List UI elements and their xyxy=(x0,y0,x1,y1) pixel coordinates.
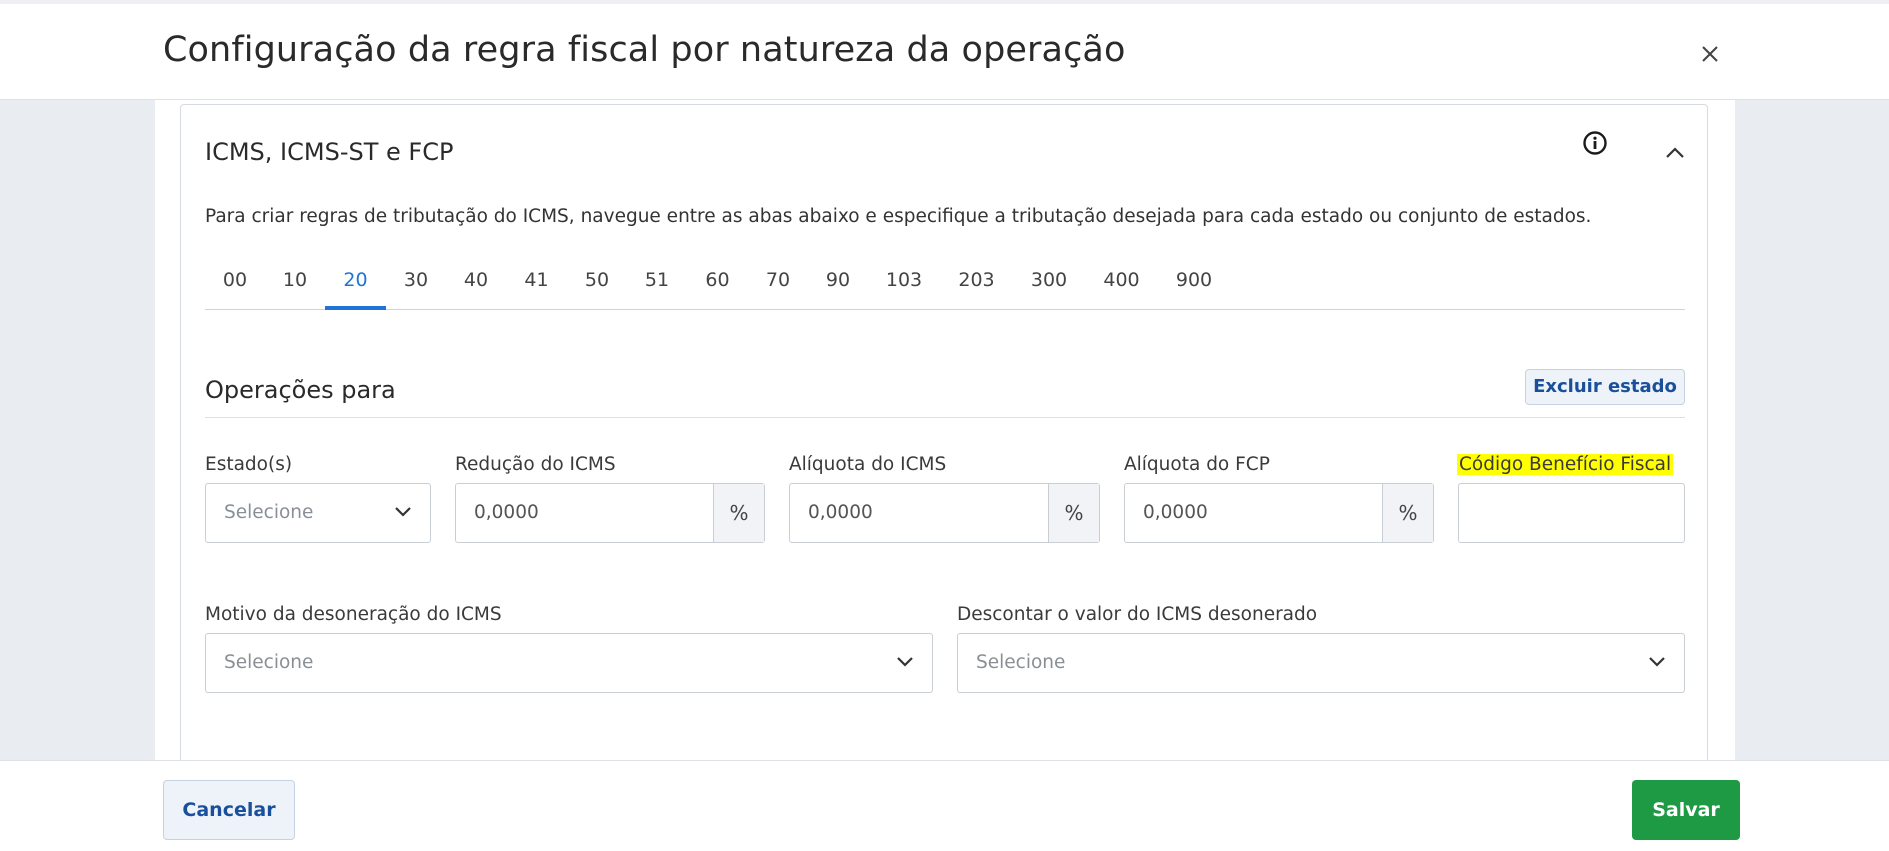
reducao-icms-value: 0,0000 xyxy=(474,502,539,523)
cancel-button[interactable]: Cancelar xyxy=(163,780,295,840)
collapse-button[interactable] xyxy=(1664,144,1686,158)
modal-footer: Cancelar Salvar xyxy=(0,760,1889,851)
close-button[interactable] xyxy=(1696,40,1724,68)
reducao-icms-input[interactable]: 0,0000 % xyxy=(455,483,765,543)
section-description: Para criar regras de tributação do ICMS,… xyxy=(205,206,1592,227)
tab-50[interactable]: 50 xyxy=(567,264,627,309)
tab-400[interactable]: 400 xyxy=(1085,264,1158,309)
tab-60[interactable]: 60 xyxy=(687,264,748,309)
descontar-placeholder: Selecione xyxy=(976,652,1066,673)
motivo-desoneracao-select[interactable]: Selecione xyxy=(205,633,933,693)
section-title: ICMS, ICMS-ST e FCP xyxy=(205,138,454,166)
aliquota-fcp-value: 0,0000 xyxy=(1143,502,1208,523)
motivo-placeholder: Selecione xyxy=(224,652,314,673)
tab-900[interactable]: 900 xyxy=(1158,264,1230,309)
tab-70[interactable]: 70 xyxy=(748,264,808,309)
codigo-beneficio-label: Código Benefício Fiscal xyxy=(1457,454,1674,475)
tab-20[interactable]: 20 xyxy=(325,264,386,310)
aliquota-fcp-label: Alíquota do FCP xyxy=(1124,454,1270,475)
modal-title: Configuração da regra fiscal por naturez… xyxy=(163,30,1126,70)
tab-40[interactable]: 40 xyxy=(446,264,506,309)
tab-103[interactable]: 103 xyxy=(868,264,940,309)
aliquota-icms-input[interactable]: 0,0000 % xyxy=(789,483,1100,543)
tab-30[interactable]: 30 xyxy=(386,264,446,309)
chevron-down-icon xyxy=(395,507,411,517)
aliquota-fcp-input[interactable]: 0,0000 % xyxy=(1124,483,1434,543)
tab-00[interactable]: 00 xyxy=(205,264,265,309)
save-button[interactable]: Salvar xyxy=(1632,780,1740,840)
modal-header: Configuração da regra fiscal por naturez… xyxy=(0,4,1889,100)
chevron-up-icon xyxy=(1666,147,1684,158)
divider xyxy=(205,417,1685,418)
info-button[interactable] xyxy=(1582,130,1608,156)
codigo-beneficio-input[interactable] xyxy=(1458,483,1685,543)
chevron-down-icon xyxy=(897,657,913,667)
close-icon xyxy=(1702,46,1718,62)
tab-41[interactable]: 41 xyxy=(506,264,567,309)
tab-300[interactable]: 300 xyxy=(1013,264,1085,309)
chevron-down-icon xyxy=(1649,657,1665,667)
info-icon xyxy=(1583,131,1607,155)
operations-title: Operações para xyxy=(205,376,396,404)
aliquota-icms-label: Alíquota do ICMS xyxy=(789,454,947,475)
tab-51[interactable]: 51 xyxy=(627,264,687,309)
delete-state-button[interactable]: Excluir estado xyxy=(1525,369,1685,405)
aliquota-icms-value: 0,0000 xyxy=(808,502,873,523)
percent-suffix: % xyxy=(1382,484,1433,542)
reducao-icms-label: Redução do ICMS xyxy=(455,454,616,475)
cst-tabs: 00 10 20 30 40 41 50 51 60 70 90 103 203… xyxy=(205,264,1685,310)
tab-10[interactable]: 10 xyxy=(265,264,325,309)
descontar-icms-select[interactable]: Selecione xyxy=(957,633,1685,693)
estado-placeholder: Selecione xyxy=(224,502,314,523)
percent-suffix: % xyxy=(713,484,764,542)
highlighted-label-text: Código Benefício Fiscal xyxy=(1457,454,1674,475)
tab-90[interactable]: 90 xyxy=(808,264,868,309)
descontar-icms-label: Descontar o valor do ICMS desonerado xyxy=(957,604,1318,625)
estado-label: Estado(s) xyxy=(205,454,293,475)
tab-203[interactable]: 203 xyxy=(940,264,1013,309)
percent-suffix: % xyxy=(1048,484,1099,542)
motivo-desoneracao-label: Motivo da desoneração do ICMS xyxy=(205,604,502,625)
estado-select[interactable]: Selecione xyxy=(205,483,431,543)
